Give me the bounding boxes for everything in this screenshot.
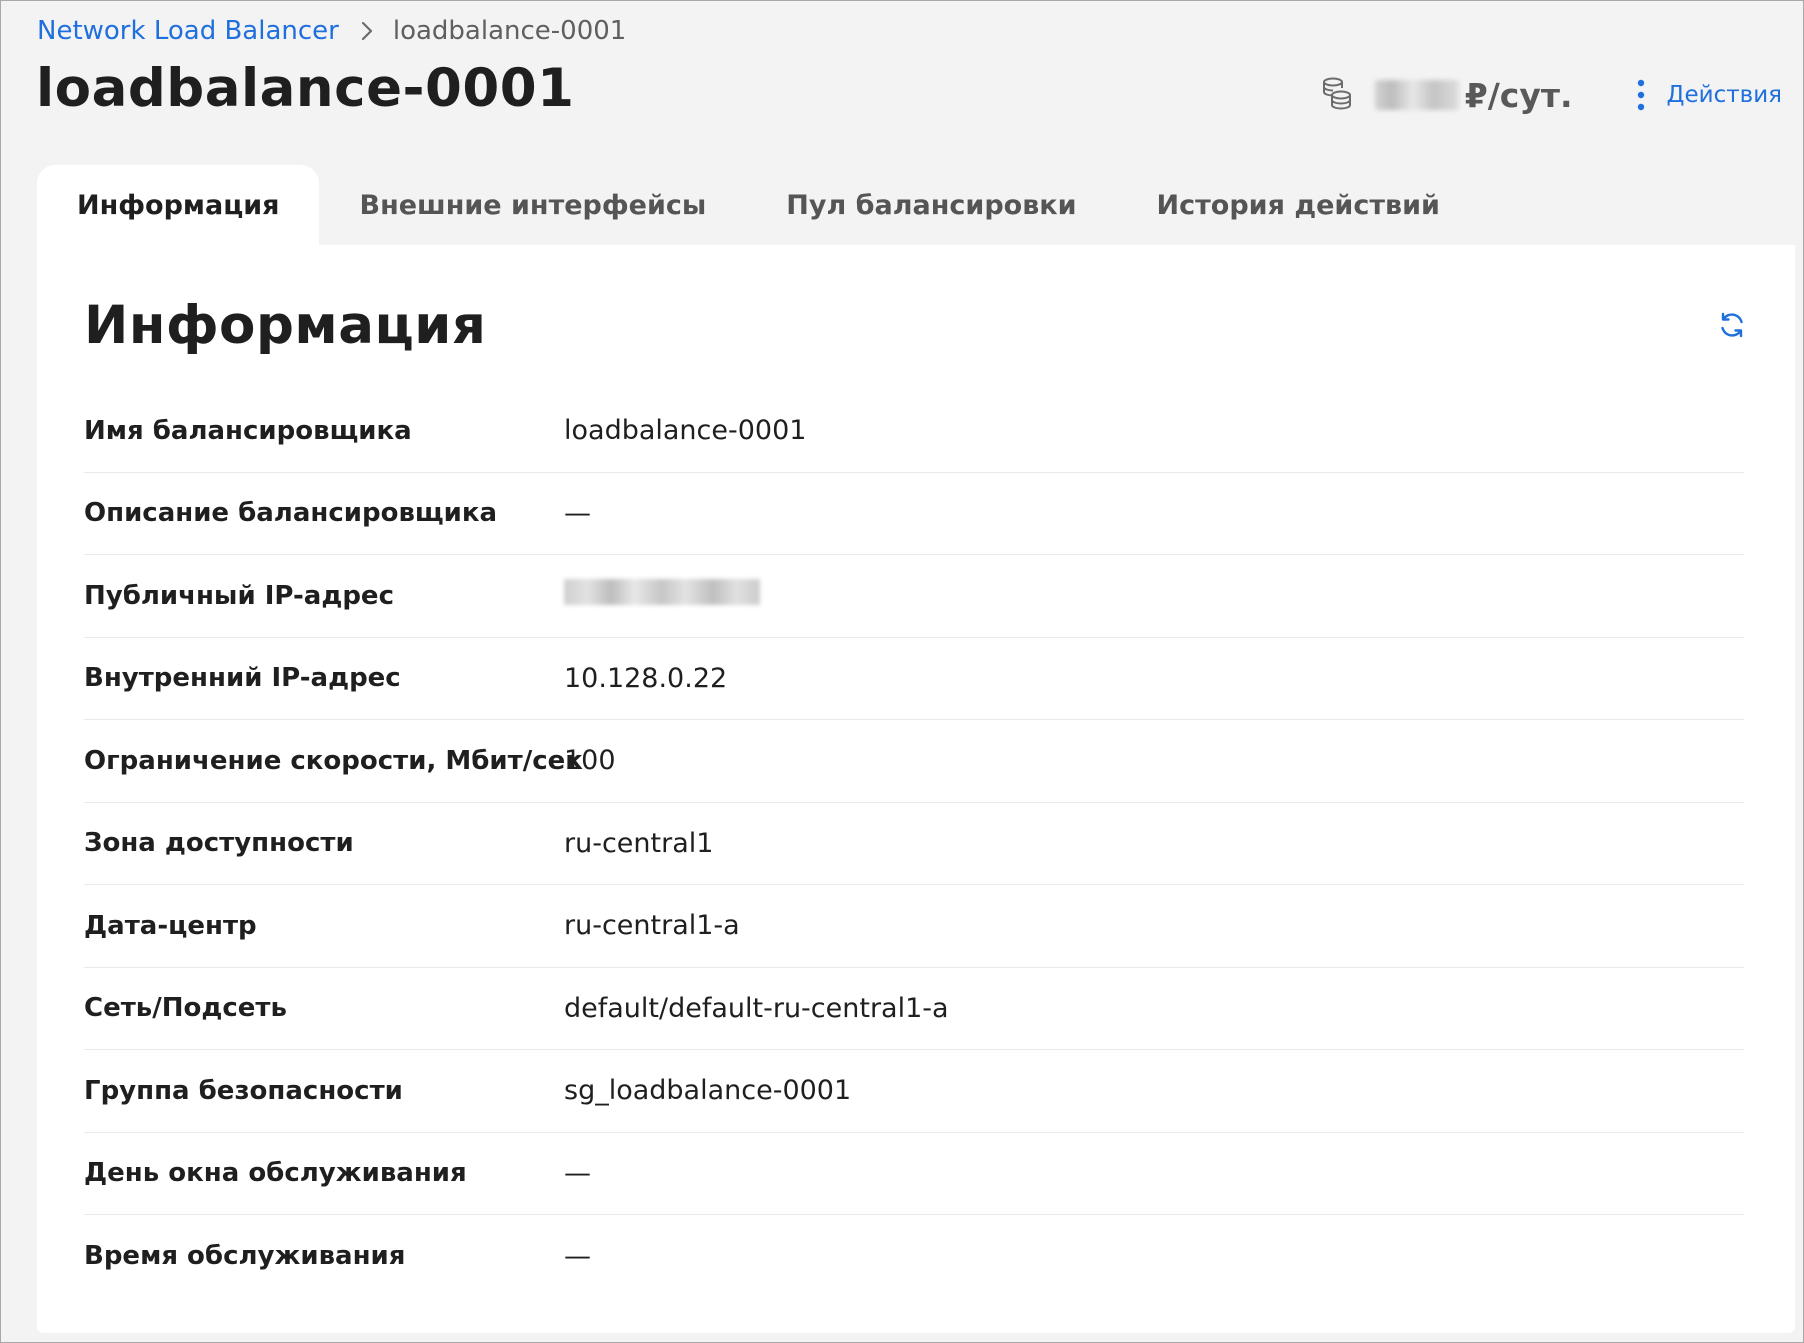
info-panel: Информация Имя балансировщика loadbalanc…	[37, 245, 1795, 1333]
row-value: 10.128.0.22	[564, 662, 728, 694]
row-label: Имя балансировщика	[84, 415, 412, 446]
row-label: Публичный IP-адрес	[84, 580, 394, 611]
actions-button[interactable]: Действия	[1667, 82, 1782, 108]
info-row-balancer-name: Имя балансировщика loadbalance-0001	[84, 390, 1744, 473]
chevron-right-icon	[361, 21, 373, 41]
info-row-network-subnet: Сеть/Подсеть default/default-ru-central1…	[84, 968, 1744, 1050]
tab-information[interactable]: Информация	[37, 165, 320, 245]
page-title: loadbalance-0001	[36, 58, 575, 119]
coins-icon	[1321, 77, 1353, 113]
info-table: Имя балансировщика loadbalance-0001 Опис…	[84, 390, 1744, 1298]
section-title: Информация	[84, 295, 487, 356]
row-value: —	[564, 1157, 591, 1189]
more-vertical-icon[interactable]	[1631, 75, 1651, 115]
info-row-public-ip: Публичный IP-адрес	[84, 555, 1744, 638]
price-redacted	[1374, 80, 1459, 110]
info-row-datacenter: Дата-центр ru-central1-a	[84, 885, 1744, 968]
info-row-availability-zone: Зона доступности ru-central1	[84, 803, 1744, 885]
row-value: sg_loadbalance-0001	[564, 1075, 852, 1107]
tab-balancing-pool[interactable]: Пул балансировки	[746, 165, 1116, 245]
row-value: ru-central1	[564, 827, 714, 859]
header-actions: ₽/сут. Действия	[1321, 72, 1782, 118]
row-value: ru-central1-a	[564, 910, 740, 942]
tab-bar: Информация Внешние интерфейсы Пул баланс…	[37, 165, 1480, 245]
tab-external-interfaces[interactable]: Внешние интерфейсы	[319, 165, 746, 245]
price-suffix: ₽/сут.	[1464, 75, 1573, 115]
breadcrumb-current: loadbalance-0001	[392, 16, 627, 46]
row-label: Внутренний IP-адрес	[84, 663, 401, 694]
row-label: Дата-центр	[84, 910, 257, 941]
row-label: Зона доступности	[84, 828, 354, 859]
row-value: 100	[564, 745, 616, 777]
row-value: default/default-ru-central1-a	[564, 992, 949, 1024]
info-row-maintenance-day: День окна обслуживания —	[84, 1133, 1744, 1215]
breadcrumb: Network Load Balancer loadbalance-0001	[37, 12, 626, 50]
row-label: День окна обслуживания	[84, 1158, 467, 1189]
info-row-internal-ip: Внутренний IP-адрес 10.128.0.22	[84, 638, 1744, 720]
refresh-icon[interactable]	[1715, 308, 1749, 342]
public-ip-redacted	[564, 579, 760, 606]
row-label: Описание балансировщика	[84, 498, 498, 529]
row-label: Группа безопасности	[84, 1075, 403, 1106]
row-value	[564, 579, 760, 612]
info-row-speed-limit: Ограничение скорости, Мбит/сек 100	[84, 720, 1744, 803]
tab-action-history[interactable]: История действий	[1117, 165, 1480, 245]
row-label: Ограничение скорости, Мбит/сек	[84, 745, 583, 776]
daily-price: ₽/сут.	[1374, 75, 1573, 115]
row-label: Время обслуживания	[84, 1241, 406, 1272]
row-value: loadbalance-0001	[564, 415, 807, 447]
info-row-security-group: Группа безопасности sg_loadbalance-0001	[84, 1050, 1744, 1133]
breadcrumb-parent-link[interactable]: Network Load Balancer	[37, 16, 339, 46]
row-label: Сеть/Подсеть	[84, 993, 287, 1024]
info-row-balancer-description: Описание балансировщика —	[84, 473, 1744, 555]
row-value: —	[564, 497, 591, 529]
info-row-maintenance-time: Время обслуживания —	[84, 1215, 1744, 1298]
row-value: —	[564, 1240, 591, 1272]
